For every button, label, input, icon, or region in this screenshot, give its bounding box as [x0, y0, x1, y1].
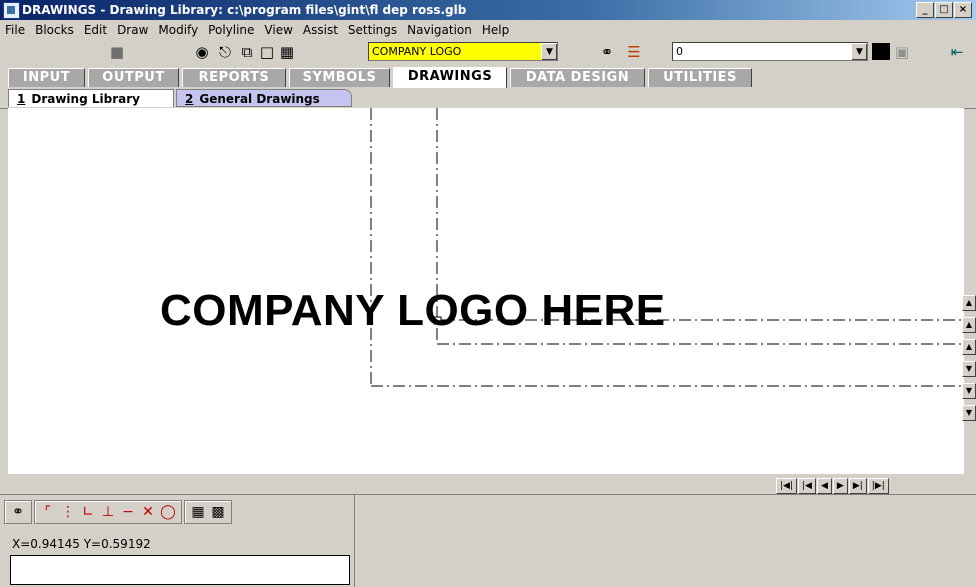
exit-icon[interactable]: ⇤ [948, 43, 966, 61]
subtab-drawing-library[interactable]: 1 Drawing Library [8, 89, 174, 107]
menu-draw[interactable]: Draw [112, 23, 153, 37]
subtab-number: 2 [185, 92, 194, 106]
pattern-icon[interactable]: ▣ [893, 43, 911, 61]
tab-input[interactable]: INPUT [8, 68, 85, 87]
view-icon[interactable]: ◉ [193, 43, 211, 61]
tab-reports[interactable]: REPORTS [182, 68, 286, 87]
copy-icon[interactable]: ⧉ [238, 43, 256, 61]
menu-settings[interactable]: Settings [343, 23, 402, 37]
maximize-button[interactable]: □ [935, 2, 953, 18]
prev-many-icon[interactable]: |◀ [798, 478, 816, 494]
window-title: DRAWINGS - Drawing Library: c:\program f… [22, 3, 467, 17]
vertical-step-buttons: ▲ ▲ ▲ ▼ ▼ ▼ [962, 295, 976, 427]
grid-group: ▦ ▩ [184, 500, 232, 524]
toolbar: ■ ◉ ⎋ ⧉ □ ▦ COMPANY LOGO ▼ ⚭ ☰ 0 ▼ ▣ ⇤ [0, 39, 976, 65]
step-down-icon[interactable]: ▼ [962, 383, 976, 399]
layers-icon[interactable]: ☰ [625, 43, 643, 61]
app-icon[interactable] [3, 2, 20, 19]
perpendicular-snap-icon[interactable]: ⊥ [98, 504, 118, 520]
company-logo-text[interactable]: COMPANY LOGO HERE [160, 286, 666, 336]
snap-toolbar: ⚭ ⌜ ⋮ ∟ ⊥ − ✕ ◯ ▦ ▩ [4, 499, 234, 525]
chevron-down-icon[interactable]: ▼ [851, 43, 867, 60]
tab-output[interactable]: OUTPUT [88, 68, 179, 87]
center-snap-icon[interactable]: ◯ [158, 504, 178, 520]
color-swatch[interactable] [872, 43, 890, 60]
menu-edit[interactable]: Edit [79, 23, 112, 37]
first-page-icon[interactable]: |◀| [776, 478, 797, 494]
menu-file[interactable]: File [0, 23, 30, 37]
cursor-coordinates: X=0.94145 Y=0.59192 [12, 537, 151, 551]
prev-page-icon[interactable]: ◀ [816, 478, 832, 494]
layer-select-value: COMPANY LOGO [372, 45, 462, 58]
osnap-group: ⌜ ⋮ ∟ ⊥ − ✕ ◯ [34, 500, 182, 524]
menu-modify[interactable]: Modify [153, 23, 203, 37]
subtab-label: General Drawings [199, 92, 320, 106]
step-up-icon[interactable]: ▲ [962, 339, 976, 355]
intersection-snap-icon[interactable]: ✕ [138, 504, 158, 520]
minimize-button[interactable]: _ [916, 2, 934, 18]
next-page-icon[interactable]: ▶ [832, 478, 848, 494]
step-down-icon[interactable]: ▼ [962, 361, 976, 377]
layer-select[interactable]: COMPANY LOGO ▼ [368, 42, 558, 61]
menu-polyline[interactable]: Polyline [203, 23, 259, 37]
tab-drawings[interactable]: DRAWINGS [393, 67, 507, 88]
menu-bar: File Blocks Edit Draw Modify Polyline Vi… [0, 20, 976, 39]
chevron-down-icon[interactable]: ▼ [541, 43, 557, 60]
window-controls: _ □ × [916, 2, 972, 18]
step-up-icon[interactable]: ▲ [962, 317, 976, 333]
command-box[interactable] [10, 555, 350, 585]
color-grid-icon[interactable]: ▩ [208, 504, 228, 520]
nearest-snap-icon[interactable]: − [118, 504, 138, 520]
last-page-icon[interactable]: |▶| [867, 478, 889, 494]
print-icon[interactable]: ⎋ [216, 43, 234, 61]
menu-view[interactable]: View [259, 23, 297, 37]
subtab-general-drawings[interactable]: 2 General Drawings [176, 89, 352, 107]
sub-tabs: 1 Drawing Library 2 General Drawings [0, 88, 976, 109]
properties-icon[interactable]: ▦ [278, 43, 296, 61]
new-page-icon[interactable]: □ [258, 43, 276, 61]
menu-assist[interactable]: Assist [298, 23, 343, 37]
linetype-select[interactable]: 0 ▼ [672, 42, 868, 61]
bottom-panel: ⚭ ⌜ ⋮ ∟ ⊥ − ✕ ◯ ▦ ▩ X=0.94145 Y=0.59192 [0, 494, 976, 587]
snap-lock-group: ⚭ [4, 500, 32, 524]
save-icon[interactable]: ■ [108, 43, 126, 61]
menu-help[interactable]: Help [477, 23, 514, 37]
panel-divider [354, 495, 355, 587]
drawing-area[interactable]: COMPANY LOGO HERE [8, 108, 964, 474]
menu-navigation[interactable]: Navigation [402, 23, 477, 37]
tangent-snap-icon[interactable]: ∟ [78, 504, 98, 520]
close-button[interactable]: × [954, 2, 972, 18]
main-tabs: INPUT OUTPUT REPORTS SYMBOLS DRAWINGS DA… [0, 66, 976, 88]
grid-icon[interactable]: ▦ [188, 504, 208, 520]
step-up-icon[interactable]: ▲ [962, 295, 976, 311]
tab-symbols[interactable]: SYMBOLS [289, 68, 390, 87]
tab-data-design[interactable]: DATA DESIGN [510, 68, 645, 87]
midpoint-snap-icon[interactable]: ⋮ [58, 504, 78, 520]
endpoint-snap-icon[interactable]: ⌜ [38, 504, 58, 520]
lock-icon[interactable]: ⚭ [8, 504, 28, 520]
title-bar: DRAWINGS - Drawing Library: c:\program f… [0, 0, 976, 20]
subtab-label: Drawing Library [31, 92, 140, 106]
tab-utilities[interactable]: UTILITIES [648, 68, 752, 87]
step-down-icon[interactable]: ▼ [962, 405, 976, 421]
next-many-icon[interactable]: ▶| [848, 478, 867, 494]
linetype-select-value: 0 [676, 45, 683, 58]
lock-icon[interactable]: ⚭ [598, 43, 616, 61]
menu-blocks[interactable]: Blocks [30, 23, 79, 37]
subtab-number: 1 [17, 92, 26, 106]
page-navigation: |◀| |◀ ◀ ▶ ▶| |▶| [776, 478, 889, 494]
